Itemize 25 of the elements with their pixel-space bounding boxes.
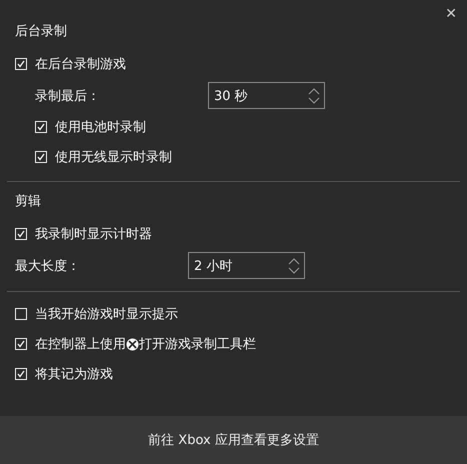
checkbox-label: 当我开始游戏时显示提示 [35,306,178,323]
field-label: 最大长度： [15,258,81,274]
field-label: 录制最后： [35,88,101,104]
close-button[interactable]: ✕ [439,4,463,24]
number-spinner[interactable]: 30 秒 [208,82,325,109]
checkbox[interactable] [15,338,27,350]
checkbox-label: 在控制器上使用 [35,336,126,353]
section-title: 后台录制 [15,23,68,40]
checkbox[interactable] [35,121,47,133]
settings-link[interactable]: 前往 Xbox 应用查看更多设置 [148,431,319,449]
up-down-arrows-icon[interactable] [308,86,320,106]
checkbox[interactable] [15,58,27,70]
section-title: 剪辑 [15,193,42,210]
checkbox-label: 在后台录制游戏 [35,56,126,73]
number-spinner[interactable]: 2 小时 [188,252,305,279]
checkbox[interactable] [15,368,27,380]
checkbox-label: 使用电池时录制 [55,119,146,136]
up-down-arrows-icon[interactable] [288,256,300,276]
checkbox-label: 我录制时显示计时器 [35,226,152,243]
checkbox[interactable] [15,308,27,320]
checkbox[interactable] [35,151,47,163]
checkbox-label: 将其记为游戏 [35,366,113,383]
checkbox-label: 打开游戏录制工具栏 [139,336,256,353]
checkbox-label: 使用无线显示时录制 [55,149,172,166]
checkbox[interactable] [15,228,27,240]
